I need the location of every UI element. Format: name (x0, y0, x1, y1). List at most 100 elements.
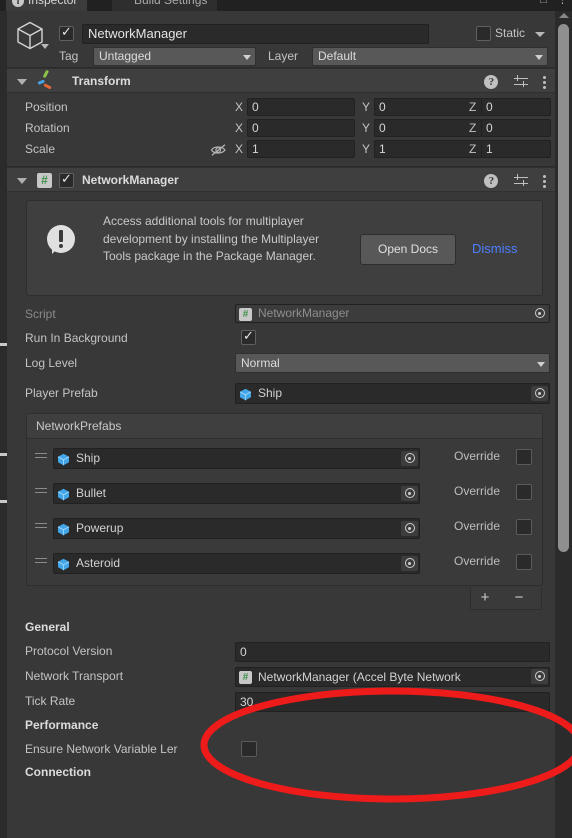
drag-handle-icon[interactable] (35, 488, 47, 495)
gutter-grip-top (0, 343, 7, 346)
network-transport-object-field[interactable]: # NetworkManager (Accel Byte Network (235, 667, 550, 687)
object-picker-icon[interactable] (401, 556, 418, 571)
tag-layer-row: Tag Untagged Layer Default (59, 47, 549, 66)
log-level-label: Log Level (25, 356, 78, 370)
networkmanager-enabled-checkbox[interactable] (59, 171, 74, 188)
help-icon[interactable]: ? (484, 173, 499, 188)
tab-strip: i Inspector Build Settings □ ⋮ (0, 0, 572, 11)
object-picker-icon[interactable] (531, 386, 548, 401)
rotation-y-input[interactable]: 0 (374, 119, 482, 137)
protocol-version-input[interactable]: 0 (235, 642, 550, 662)
remove-item-button[interactable]: − (505, 587, 533, 609)
preset-icon[interactable] (513, 74, 528, 89)
more-menu-icon[interactable] (543, 174, 547, 188)
gameobject-name-input[interactable]: NetworkManager (82, 24, 429, 44)
static-checkbox[interactable] (476, 26, 491, 41)
tick-rate-label: Tick Rate (25, 694, 76, 708)
object-picker-icon[interactable] (531, 306, 548, 321)
axis-x-label: X (235, 100, 244, 114)
maximize-icon[interactable]: □ (540, 0, 547, 6)
override-checkbox[interactable] (516, 449, 532, 465)
override-label: Override (453, 449, 500, 463)
prefab-value: Powerup (76, 521, 124, 535)
network-transport-value: NetworkManager (Accel Byte Network (258, 670, 461, 684)
drag-handle-icon[interactable] (35, 453, 47, 460)
prefab-object-field[interactable]: Powerup (53, 518, 420, 539)
transform-component-header[interactable]: Transform ? (7, 68, 555, 93)
position-x-input[interactable]: 0 (247, 98, 355, 116)
scroll-up-arrow-icon[interactable] (559, 13, 569, 18)
static-dropdown-arrow-icon[interactable] (535, 32, 545, 37)
tag-dropdown[interactable]: Untagged (93, 47, 256, 66)
networkmanager-component-header[interactable]: # NetworkManager ? (7, 167, 555, 192)
prefab-icon (57, 523, 70, 536)
tick-rate-input[interactable]: 30 (235, 692, 550, 712)
prefab-object-field[interactable]: Asteroid (53, 553, 420, 574)
scale-z-input[interactable]: 1 (481, 140, 551, 158)
warning-bubble-icon (47, 225, 77, 255)
script-label: Script (25, 307, 56, 321)
prefab-object-field[interactable]: Ship (53, 448, 420, 469)
foldout-arrow-icon[interactable] (17, 178, 27, 184)
position-y-input[interactable]: 0 (374, 98, 482, 116)
scrollbar-thumb[interactable] (558, 24, 569, 552)
position-label: Position (25, 100, 68, 114)
chevron-down-icon[interactable] (41, 44, 49, 49)
list-item[interactable]: Ship Override (27, 439, 542, 474)
transform-row-rotation: Rotation X 0 Y 0 Z 0 (7, 118, 555, 139)
scale-x-input[interactable]: 1 (247, 140, 355, 158)
link-broken-icon[interactable] (210, 143, 227, 157)
open-docs-button[interactable]: Open Docs (360, 234, 456, 265)
more-menu-icon[interactable] (543, 75, 547, 89)
tag-label: Tag (59, 49, 79, 63)
add-item-button[interactable]: + (471, 587, 499, 609)
drag-handle-icon[interactable] (35, 523, 47, 530)
networkmanager-header-icons: ? (472, 168, 547, 193)
list-item[interactable]: Asteroid Override (27, 544, 542, 579)
object-picker-icon[interactable] (531, 669, 548, 684)
ensure-network-variable-checkbox[interactable] (241, 741, 257, 757)
vertical-scrollbar[interactable] (555, 11, 572, 838)
gameobject-icon[interactable] (15, 20, 49, 52)
networkprefabs-list: NetworkPrefabs Ship Override Bullet Over… (26, 413, 543, 610)
object-picker-icon[interactable] (401, 451, 418, 466)
script-icon: # (239, 671, 252, 684)
override-checkbox[interactable] (516, 484, 532, 500)
transform-body: Position X 0 Y 0 Z 0 Rotation X 0 Y 0 Z … (7, 93, 555, 167)
prefab-value: Bullet (76, 486, 107, 500)
protocol-version-label: Protocol Version (25, 644, 113, 658)
log-level-dropdown[interactable]: Normal (235, 353, 550, 373)
gameobject-active-checkbox[interactable] (59, 24, 74, 41)
object-picker-icon[interactable] (401, 521, 418, 536)
prefab-object-field[interactable]: Bullet (53, 483, 420, 504)
axis-z-label: Z (469, 142, 477, 156)
override-checkbox[interactable] (516, 519, 532, 535)
rotation-z-input[interactable]: 0 (481, 119, 551, 137)
preset-icon[interactable] (513, 173, 528, 188)
kebab-menu-icon[interactable]: ⋮ (557, 0, 568, 6)
object-picker-icon[interactable] (401, 486, 418, 501)
axis-y-label: Y (362, 100, 371, 114)
layer-dropdown[interactable]: Default (312, 47, 548, 66)
drag-handle-icon[interactable] (35, 558, 47, 565)
list-item[interactable]: Bullet Override (27, 474, 542, 509)
unity-inspector-window: i Inspector Build Settings □ ⋮ ✓ Network… (0, 0, 572, 838)
foldout-arrow-icon[interactable] (17, 79, 27, 85)
section-header-performance: Performance (25, 718, 99, 732)
player-prefab-object-field[interactable]: Ship (235, 383, 550, 404)
override-label: Override (453, 554, 500, 568)
field-row-protocol-version: Protocol Version 0 (7, 639, 555, 664)
run-in-background-checkbox[interactable] (241, 328, 256, 345)
help-icon[interactable]: ? (484, 74, 499, 89)
networkprefabs-list-header[interactable]: NetworkPrefabs (27, 414, 542, 439)
list-item[interactable]: Powerup Override (27, 509, 542, 544)
scale-y-input[interactable]: 1 (374, 140, 482, 158)
position-z-input[interactable]: 0 (481, 98, 551, 116)
override-checkbox[interactable] (516, 554, 532, 570)
rotation-x-input[interactable]: 0 (247, 119, 355, 137)
network-transport-label: Network Transport (25, 669, 124, 683)
tab-inspector[interactable]: i Inspector (6, 0, 88, 11)
dismiss-link[interactable]: Dismiss (472, 241, 518, 256)
tab-build-settings[interactable]: Build Settings (112, 0, 218, 11)
axis-y-label: Y (362, 121, 371, 135)
